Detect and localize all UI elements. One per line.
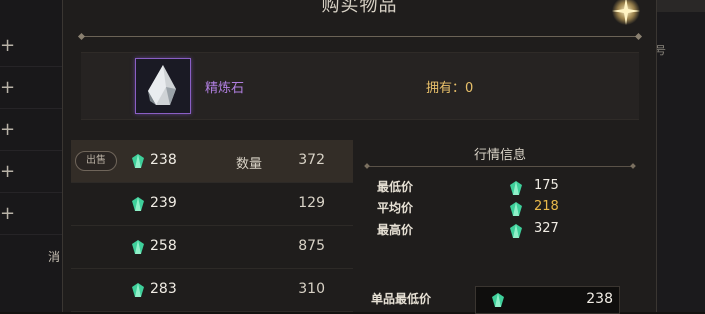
unit-min-price-field[interactable]: 238 xyxy=(475,286,620,314)
listing-row[interactable]: 239 129 xyxy=(71,183,353,226)
plus-icon[interactable]: + xyxy=(0,68,62,109)
plus-icon[interactable]: + xyxy=(0,26,62,67)
owned-count: 拥有：0 xyxy=(426,81,474,96)
listing-price: 258 xyxy=(150,238,177,254)
listing-quantity: 129 xyxy=(298,195,325,211)
unit-min-price-value: 238 xyxy=(586,291,613,307)
plus-icon[interactable]: + xyxy=(0,110,62,151)
item-name: 精炼石 xyxy=(205,81,245,96)
average-price-value: 218 xyxy=(534,199,559,214)
listing-price: 283 xyxy=(150,281,177,297)
gem-currency-icon xyxy=(132,283,144,297)
listing-price: 239 xyxy=(150,195,177,211)
highest-price-row: 最高价 327 xyxy=(377,221,627,241)
market-divider xyxy=(367,166,633,167)
listing-quantity: 875 xyxy=(298,238,325,254)
background-side-label: 消 xyxy=(48,250,61,264)
refine-stone-icon[interactable] xyxy=(135,58,191,114)
gem-currency-icon xyxy=(492,293,504,307)
gem-currency-icon xyxy=(510,224,522,238)
gem-currency-icon xyxy=(510,202,522,216)
highest-price-label: 最高价 xyxy=(377,223,414,237)
lowest-price-value: 175 xyxy=(534,178,559,193)
lowest-price-row: 最低价 175 xyxy=(377,178,627,198)
listing-row[interactable]: 出售 238 数量 372 xyxy=(71,140,353,183)
title-divider xyxy=(81,36,639,37)
background-right-topbar xyxy=(655,0,705,12)
gem-currency-icon xyxy=(510,181,522,195)
sell-badge[interactable]: 出售 xyxy=(75,151,117,171)
quantity-label: 数量 xyxy=(236,157,263,172)
plus-icon[interactable]: + xyxy=(0,152,62,193)
market-info-title: 行情信息 xyxy=(473,148,526,163)
gem-currency-icon xyxy=(132,197,144,211)
gem-currency-icon xyxy=(132,240,144,254)
highest-price-value: 327 xyxy=(534,221,559,236)
average-price-row: 平均价 218 xyxy=(377,199,627,219)
dialog-title: 购买物品 xyxy=(321,0,398,16)
listing-row[interactable]: 258 875 xyxy=(71,226,353,269)
close-star-icon[interactable] xyxy=(611,0,641,26)
plus-icon[interactable]: + xyxy=(0,194,62,235)
background-side-panel: + + + + + 消 xyxy=(0,0,62,312)
lowest-price-label: 最低价 xyxy=(377,180,414,194)
sell-listings: 出售 238 数量 372 239 129 258 875 283 310 xyxy=(71,140,353,312)
listing-quantity: 310 xyxy=(298,281,325,297)
gem-currency-icon xyxy=(132,154,144,168)
average-price-label: 平均价 xyxy=(377,201,414,215)
listing-quantity: 372 xyxy=(298,152,325,168)
item-info-row: 精炼石 拥有：0 xyxy=(81,52,639,120)
listing-row[interactable]: 283 310 xyxy=(71,269,353,312)
unit-min-price-label: 单品最低价 xyxy=(371,292,432,306)
background-right-panel: 号 xyxy=(655,0,705,312)
buy-item-dialog: 购买物品 精炼石 拥有：0 出售 238 数量 372 239 129 258 … xyxy=(62,0,657,314)
listing-price: 238 xyxy=(150,152,177,168)
